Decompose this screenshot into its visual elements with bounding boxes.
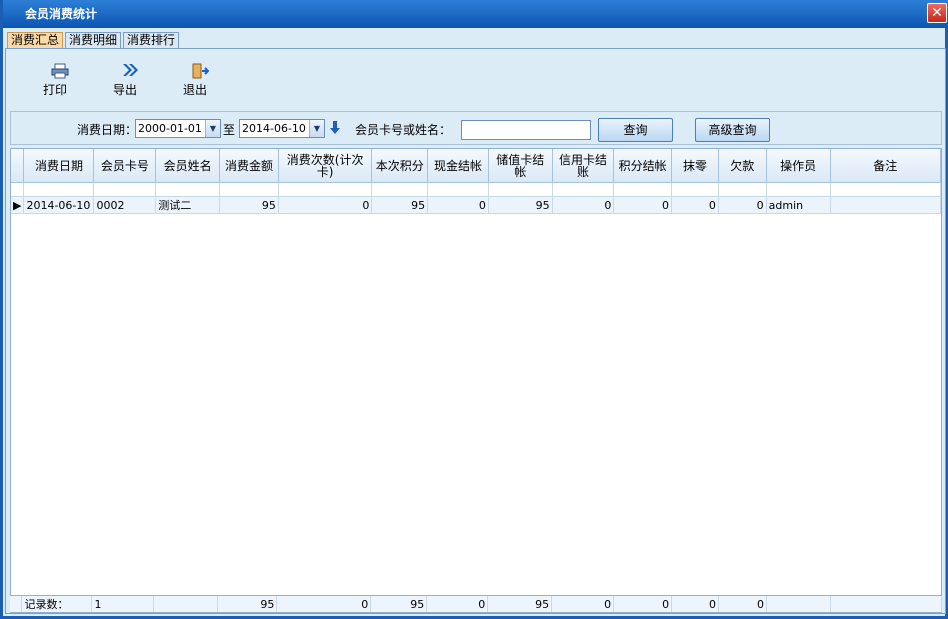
date-from-picker[interactable]: 2000-01-01 ▼ [135,119,221,138]
cell-operator[interactable]: admin [766,196,831,214]
column-header[interactable]: 积分结帐 [613,149,673,183]
row-indicator-icon: ▶ [11,196,25,214]
grid-filter-row[interactable] [11,182,941,197]
footer-cell [766,596,831,612]
footer-amount-total: 95 [217,596,278,612]
tab-strip: 消费汇总 消费明细 消费排行 [7,32,181,48]
footer-debt-total: 0 [718,596,768,612]
summary-panel: 打印 导出 退出 消费日期： 2000-01-01 ▼ 至 2014-06-10… [5,48,946,614]
filter-cell[interactable] [93,182,157,197]
cell-cash[interactable]: 0 [427,196,489,214]
column-header[interactable]: 信用卡结账 [552,149,615,183]
exit-button[interactable]: 退出 [170,63,240,98]
filter-cell[interactable] [155,182,221,197]
column-header[interactable]: 现金结帐 [427,149,489,183]
printer-icon [20,63,100,81]
title-bar: 会员消费统计 ✕ [3,0,948,28]
filter-cell[interactable] [278,182,373,197]
tab-consumption-detail[interactable]: 消费明细 [65,32,122,48]
column-header[interactable]: 消费金额 [219,149,279,183]
summary-footer: 记录数： 1 95 0 95 0 95 0 0 0 0 [10,595,943,612]
query-button[interactable]: 查询 [598,118,673,142]
chevron-down-icon[interactable]: ▼ [309,120,324,137]
filter-cell[interactable] [613,182,673,197]
record-count-label: 记录数： [21,596,93,612]
exit-door-icon [160,63,240,81]
filter-cell[interactable] [830,182,941,197]
footer-cell [153,596,219,612]
arrow-down-icon[interactable] [329,121,341,138]
filter-cell[interactable] [371,182,429,197]
filter-cell[interactable] [427,182,489,197]
window-title: 会员消费统计 [25,7,98,21]
footer-count-total: 0 [276,596,372,612]
cell-debt[interactable]: 0 [718,196,767,214]
tab-consumption-summary[interactable]: 消费汇总 [7,32,64,48]
cell-amount[interactable]: 95 [219,196,279,214]
member-label: 会员卡号或姓名： [355,123,452,137]
filter-indicator-cell [11,182,25,197]
cell-credit-card[interactable]: 0 [552,196,615,214]
date-to-value: 2014-06-10 [242,122,306,135]
filter-bar: 消费日期： 2000-01-01 ▼ 至 2014-06-10 ▼ 会员卡号或姓… [10,111,942,145]
filter-cell[interactable] [552,182,615,197]
member-search-input[interactable] [461,120,591,140]
filter-cell[interactable] [488,182,553,197]
footer-points-total: 95 [370,596,428,612]
filter-cell[interactable] [766,182,831,197]
footer-row: 记录数： 1 95 0 95 0 95 0 0 0 0 [10,596,943,612]
footer-points-settle-total: 0 [613,596,673,612]
footer-stored-value-total: 95 [487,596,553,612]
table-row[interactable]: ▶ 2014-06-10 0002 测试二 95 0 95 0 95 0 0 0… [11,196,941,214]
date-label: 消费日期： [77,123,138,137]
to-label: 至 [223,123,236,137]
footer-cash-total: 0 [426,596,489,612]
footer-credit-total: 0 [551,596,615,612]
column-header[interactable]: 备注 [830,149,941,183]
column-header[interactable]: 欠款 [718,149,767,183]
cell-points-settle[interactable]: 0 [613,196,673,214]
chevron-down-icon[interactable]: ▼ [205,120,220,137]
footer-rounding-total: 0 [671,596,720,612]
cell-stored-value[interactable]: 95 [488,196,553,214]
column-header[interactable]: 抹零 [671,149,719,183]
filter-cell[interactable] [219,182,279,197]
column-header[interactable]: 会员卡号 [93,149,157,183]
record-count-value: 1 [91,596,155,612]
filter-cell[interactable] [718,182,767,197]
grid-header-row: 消费日期 会员卡号 会员姓名 消费金额 消费次数(计次卡) 本次积分 现金结帐 … [11,149,941,183]
column-header[interactable]: 操作员 [766,149,831,183]
header-indicator-cell [11,149,25,183]
double-chevron-right-icon [90,63,170,81]
cell-count[interactable]: 0 [278,196,373,214]
grid-table: 消费日期 会员卡号 会员姓名 消费金额 消费次数(计次卡) 本次积分 现金结帐 … [11,149,941,214]
toolbar: 打印 导出 退出 [30,63,240,98]
column-header[interactable]: 消费日期 [23,149,95,183]
footer-table: 记录数： 1 95 0 95 0 95 0 0 0 0 [10,596,943,612]
column-header[interactable]: 消费次数(计次卡) [278,149,373,183]
footer-indicator-cell [10,596,23,612]
date-from-value: 2000-01-01 [138,122,202,135]
close-button[interactable]: ✕ [927,3,947,23]
tab-consumption-ranking[interactable]: 消费排行 [123,32,180,48]
data-grid[interactable]: 消费日期 会员卡号 会员姓名 消费金额 消费次数(计次卡) 本次积分 现金结帐 … [10,148,942,613]
cell-rounding[interactable]: 0 [671,196,719,214]
member-consumption-window: 会员消费统计 ✕ 消费汇总 消费明细 消费排行 打印 导出 退出 消费日期： 2… [0,0,948,619]
filter-cell[interactable] [23,182,95,197]
footer-cell [830,596,943,612]
close-icon: ✕ [931,5,943,21]
column-header[interactable]: 会员姓名 [155,149,221,183]
column-header[interactable]: 储值卡结帐 [488,149,553,183]
cell-date[interactable]: 2014-06-10 [23,196,95,214]
cell-member-name[interactable]: 测试二 [155,196,221,214]
cell-card-no[interactable]: 0002 [93,196,157,214]
cell-points[interactable]: 95 [371,196,429,214]
exit-label: 退出 [182,83,207,97]
column-header[interactable]: 本次积分 [371,149,429,183]
advanced-query-button[interactable]: 高级查询 [695,118,770,142]
cell-remark[interactable] [830,196,941,214]
filter-cell[interactable] [671,182,719,197]
date-to-picker[interactable]: 2014-06-10 ▼ [239,119,325,138]
